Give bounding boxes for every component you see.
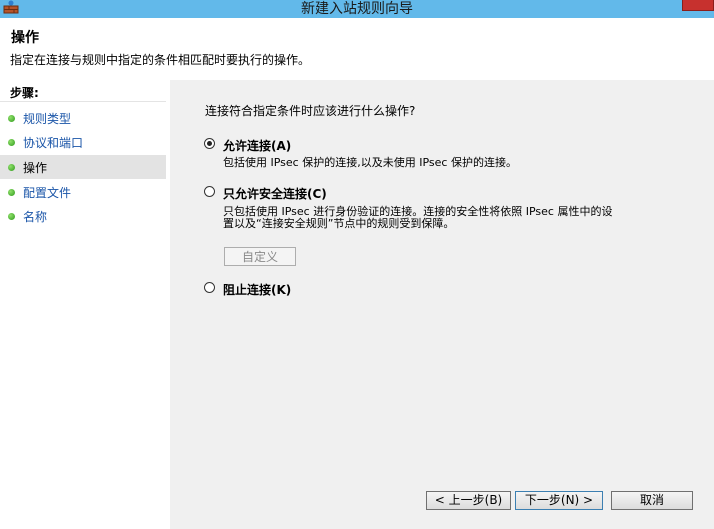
allow-secure-description-line2: 置以及“连接安全规则”节点中的规则受到保障。 <box>223 217 455 230</box>
sidebar-item-name[interactable]: 名称 <box>0 204 166 228</box>
page-title: 操作 <box>11 30 39 46</box>
step-dot-icon <box>8 115 15 122</box>
page-description: 指定在连接与规则中指定的条件相匹配时要执行的操作。 <box>10 53 311 67</box>
customize-button[interactable]: 自定义 <box>224 247 296 266</box>
steps-sidebar: 步骤: 规则类型 协议和端口 操作 配置文件 名称 <box>0 80 168 529</box>
cancel-button[interactable]: 取消 <box>611 491 693 510</box>
block-connection-radio[interactable] <box>204 282 215 293</box>
block-connection-label[interactable]: 阻止连接(K) <box>223 281 291 298</box>
steps-divider <box>0 101 166 102</box>
sidebar-item-rule-type[interactable]: 规则类型 <box>0 106 166 130</box>
close-button[interactable] <box>682 0 714 11</box>
allow-secure-radio[interactable] <box>204 186 215 197</box>
sidebar-item-label: 规则类型 <box>23 112 72 126</box>
step-dot-icon <box>8 213 15 220</box>
header-panel: 操作 指定在连接与规则中指定的条件相匹配时要执行的操作。 <box>0 18 714 78</box>
action-question: 连接符合指定条件时应该进行什么操作? <box>205 104 416 118</box>
allow-connection-radio[interactable] <box>204 138 215 149</box>
sidebar-item-label: 操作 <box>23 161 48 175</box>
sidebar-item-protocol-ports[interactable]: 协议和端口 <box>0 130 166 154</box>
sidebar-item-label: 配置文件 <box>23 186 72 200</box>
window-title: 新建入站规则向导 <box>301 1 413 17</box>
step-dot-icon <box>8 164 15 171</box>
sidebar-item-label: 名称 <box>23 210 48 224</box>
title-bar: 新建入站规则向导 <box>0 0 714 18</box>
allow-secure-label[interactable]: 只允许安全连接(C) <box>223 185 327 202</box>
back-button[interactable]: < 上一步(B) <box>426 491 511 510</box>
step-dot-icon <box>8 189 15 196</box>
step-dot-icon <box>8 139 15 146</box>
allow-connection-description: 包括使用 IPsec 保护的连接,以及未使用 IPsec 保护的连接。 <box>223 156 517 169</box>
sidebar-item-label: 协议和端口 <box>23 136 84 150</box>
sidebar-item-profile[interactable]: 配置文件 <box>0 180 166 204</box>
steps-title: 步骤: <box>10 86 39 100</box>
sidebar-item-action[interactable]: 操作 <box>0 155 166 179</box>
next-button[interactable]: 下一步(N) > <box>515 491 603 510</box>
allow-connection-label[interactable]: 允许连接(A) <box>223 137 291 154</box>
main-content: 连接符合指定条件时应该进行什么操作? 允许连接(A) 包括使用 IPsec 保护… <box>170 80 714 529</box>
